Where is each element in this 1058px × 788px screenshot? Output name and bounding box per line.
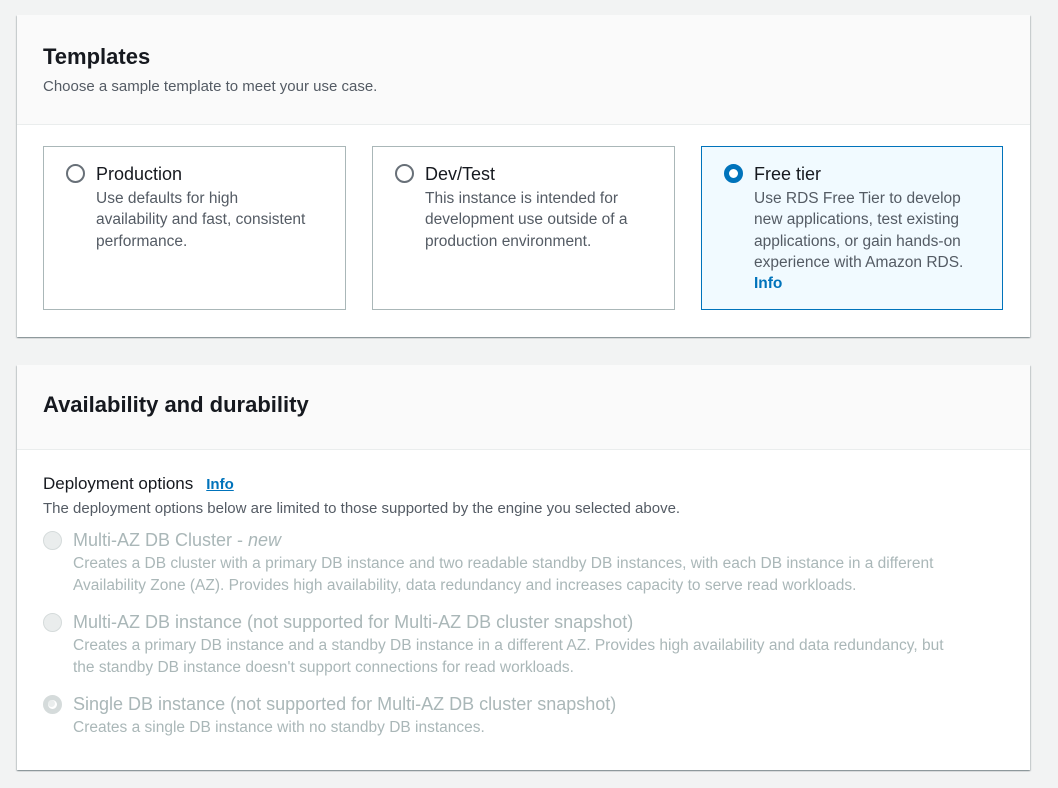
option-desc-line: Creates a single DB instance with no sta… bbox=[73, 719, 485, 736]
option-description: Creates a primary DB instance and a stan… bbox=[73, 635, 1003, 678]
multi-az-cluster-radio bbox=[43, 531, 62, 550]
templates-header: Templates Choose a sample template to me… bbox=[17, 15, 1030, 125]
tile-title: Free tier bbox=[754, 164, 822, 184]
deployment-option-multi-az-instance: Multi-AZ DB instance (not supported for … bbox=[43, 610, 1003, 678]
production-radio[interactable] bbox=[66, 164, 85, 183]
deployment-info-link[interactable]: Info bbox=[206, 473, 234, 497]
option-desc-line: Availability Zone (AZ). Provides high av… bbox=[73, 576, 857, 594]
tile-description: Use RDS Free Tier to develop new applica… bbox=[754, 188, 984, 273]
tile-desc-line: experience with Amazon RDS. bbox=[754, 253, 964, 271]
tile-desc-line: performance. bbox=[96, 232, 188, 250]
tile-desc-line: Use defaults for high bbox=[96, 190, 239, 207]
option-desc-line: the standby DB instance doesn't support … bbox=[73, 658, 574, 676]
option-desc-line: Creates a primary DB instance and a stan… bbox=[73, 637, 944, 654]
option-description: Creates a single DB instance with no sta… bbox=[73, 717, 1003, 739]
availability-panel: Availability and durability Deployment o… bbox=[17, 365, 1030, 770]
availability-title: Availability and durability bbox=[43, 392, 309, 417]
deployment-option-single-instance: Single DB instance (not supported for Mu… bbox=[43, 692, 1003, 739]
dev-test-radio[interactable] bbox=[395, 164, 414, 183]
templates-title: Templates bbox=[43, 44, 151, 69]
free-tier-radio[interactable] bbox=[724, 164, 743, 183]
option-desc-line: Creates a DB cluster with a primary DB i… bbox=[73, 555, 934, 572]
tile-desc-line: applications, or gain hands-on bbox=[754, 232, 961, 250]
deployment-options-label-row: Deployment options Info bbox=[43, 472, 1003, 497]
availability-header: Availability and durability bbox=[17, 365, 1030, 450]
tile-desc-line: production environment. bbox=[425, 232, 592, 250]
tile-desc-line: new applications, test existing bbox=[754, 211, 960, 229]
tile-desc-line: development use outside of a bbox=[425, 211, 628, 229]
deployment-options-label: Deployment options bbox=[43, 474, 194, 493]
option-title-text: Multi-AZ DB Cluster - bbox=[73, 530, 249, 550]
template-tile-production[interactable]: Production Use defaults for high availab… bbox=[43, 146, 346, 310]
new-tag: new bbox=[248, 530, 282, 550]
templates-panel: Templates Choose a sample template to me… bbox=[17, 15, 1030, 337]
option-title: Single DB instance (not supported for Mu… bbox=[73, 694, 617, 714]
option-title: Multi-AZ DB Cluster - new bbox=[73, 528, 1003, 552]
tile-description: Use defaults for high availability and f… bbox=[96, 188, 327, 252]
tile-description: This instance is intended for developmen… bbox=[425, 188, 656, 252]
template-tile-dev-test[interactable]: Dev/Test This instance is intended for d… bbox=[372, 146, 675, 310]
multi-az-instance-radio bbox=[43, 613, 62, 632]
tile-desc-line: Use RDS Free Tier to develop bbox=[754, 190, 961, 207]
single-instance-radio bbox=[43, 695, 62, 714]
templates-description: Choose a sample template to meet your us… bbox=[43, 78, 378, 95]
free-tier-info-link[interactable]: Info bbox=[754, 273, 984, 294]
deployment-options-description: The deployment options below are limited… bbox=[43, 500, 681, 517]
tile-title: Production bbox=[96, 164, 183, 184]
tile-desc-line: availability and fast, consistent bbox=[96, 211, 306, 229]
deployment-option-multi-az-cluster: Multi-AZ DB Cluster - new Creates a DB c… bbox=[43, 528, 1003, 596]
template-tiles: Production Use defaults for high availab… bbox=[43, 146, 1003, 310]
tile-desc-line: This instance is intended for bbox=[425, 190, 618, 207]
option-description: Creates a DB cluster with a primary DB i… bbox=[73, 553, 1003, 596]
template-tile-free-tier[interactable]: Free tier Use RDS Free Tier to develop n… bbox=[701, 146, 1003, 310]
option-title: Multi-AZ DB instance (not supported for … bbox=[73, 612, 634, 632]
deployment-options-section: Deployment options Info The deployment o… bbox=[43, 472, 1003, 739]
tile-title: Dev/Test bbox=[425, 164, 496, 184]
